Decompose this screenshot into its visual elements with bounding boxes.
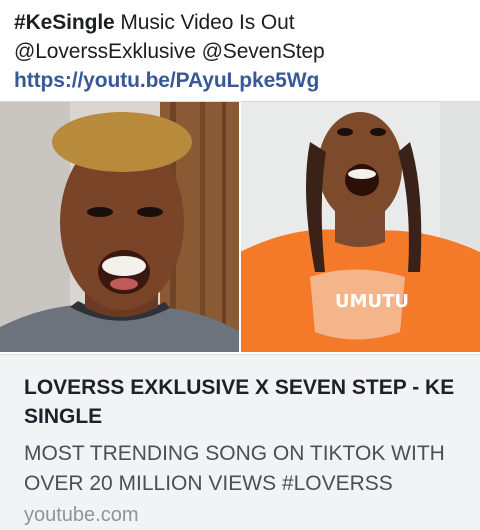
card-info: LOVERSS EXKLUSIVE X SEVEN STEP - KE SING… bbox=[0, 354, 480, 530]
card-domain: youtube.com bbox=[24, 504, 139, 526]
post-mentions[interactable]: @LoverssExklusive @SevenStep bbox=[14, 37, 474, 66]
post-line-1: #KeSingle Music Video Is Out bbox=[14, 8, 474, 37]
card-title[interactable]: LOVERSS EXKLUSIVE X SEVEN STEP - KE SING… bbox=[24, 373, 464, 431]
post-text: #KeSingle Music Video Is Out @LoverssExk… bbox=[14, 8, 474, 95]
link-preview-card[interactable]: UMUTU LOVERSS EXKLUSIVE X SEVEN STEP - K… bbox=[0, 101, 480, 530]
hashtag-link[interactable]: #KeSingle bbox=[14, 11, 115, 34]
youtube-link[interactable]: https://youtu.be/PAyuLpke5Wg bbox=[14, 66, 474, 95]
shirt-text: UMUTU bbox=[335, 291, 409, 312]
post-text-line1: Music Video Is Out bbox=[114, 11, 295, 34]
card-description: MOST TRENDING SONG ON TIKTOK WITH OVER 2… bbox=[24, 442, 445, 495]
video-thumbnail[interactable]: UMUTU bbox=[0, 102, 480, 352]
thumbnail-image: UMUTU bbox=[0, 102, 480, 352]
